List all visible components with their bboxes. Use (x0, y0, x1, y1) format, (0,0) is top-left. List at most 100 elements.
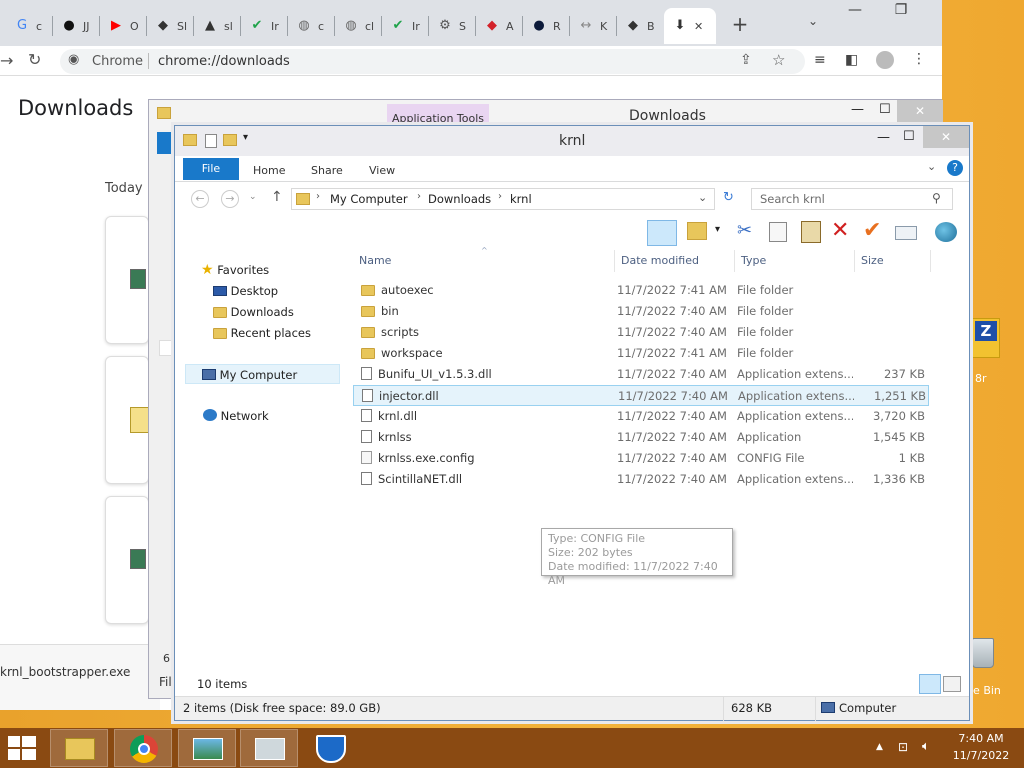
tab-home[interactable]: Home (239, 160, 299, 182)
up-arrow-icon[interactable]: ↑ (271, 189, 283, 205)
taskbar-task-manager[interactable] (240, 729, 298, 767)
download-card[interactable] (105, 496, 149, 624)
taskbar-clock[interactable]: 7:40 AM 11/7/2022 (950, 730, 1012, 764)
taskbar-file-explorer[interactable] (50, 729, 108, 767)
forward-icon[interactable]: → (0, 51, 13, 70)
chrome-tab[interactable]: ◆ A (476, 8, 523, 44)
start-windows-icon[interactable] (8, 736, 36, 760)
minimize-button[interactable]: — (832, 0, 878, 22)
download-card[interactable] (105, 216, 149, 344)
toolbar-dropdown-icon[interactable]: ▾ (715, 224, 720, 235)
tab-label[interactable]: ✕ (694, 20, 703, 33)
chrome-tab[interactable]: ◍ c (288, 8, 335, 44)
tab-view[interactable]: View (355, 160, 409, 182)
file-row[interactable]: Bunifu_UI_v1.5.3.dll 11/7/2022 7:40 AM App… (353, 364, 929, 385)
chrome-tab[interactable]: ● JJ (53, 8, 100, 44)
file-row[interactable]: krnlss.exe.config 11/7/2022 7:40 AM CONFIG… (353, 448, 929, 469)
chrome-tab[interactable]: ✔ Ir (382, 8, 429, 44)
reload-icon[interactable]: ↻ (28, 50, 41, 69)
column-size[interactable]: Size (855, 250, 931, 272)
back-minimize-button[interactable]: — (851, 102, 864, 117)
breadcrumb-my-computer[interactable]: My Computer (330, 192, 408, 206)
desktop-app-icon[interactable]: Z (972, 318, 1000, 358)
nav-desktop[interactable]: Desktop (213, 281, 278, 301)
paste-icon[interactable] (801, 221, 821, 243)
address-bar[interactable]: › My Computer › Downloads › krnl ⌄ (291, 188, 715, 210)
chrome-tab[interactable]: ◍ cl (335, 8, 382, 44)
download-card[interactable] (105, 356, 150, 484)
large-icons-view-icon[interactable] (943, 676, 961, 692)
delete-icon[interactable]: ✕ (831, 218, 849, 243)
properties-icon[interactable] (895, 226, 917, 240)
nav-network[interactable]: Network (203, 406, 269, 426)
file-row[interactable]: krnl.dll 11/7/2022 7:40 AM Application ext… (353, 406, 929, 427)
cut-icon[interactable]: ✂ (737, 220, 752, 241)
new-tab-button[interactable]: + (728, 12, 752, 36)
minimize-button[interactable]: — (877, 130, 890, 145)
volume-icon[interactable]: 🔈︎ (922, 739, 930, 754)
recent-locations-icon[interactable]: ⌄ (249, 192, 257, 202)
chrome-tab[interactable]: ◆ Sl (147, 8, 194, 44)
refresh-icon[interactable]: ↻ (723, 190, 734, 205)
nav-recent-places[interactable]: Recent places (213, 323, 311, 343)
side-panel-icon[interactable]: ◧ (845, 52, 858, 68)
details-view-icon[interactable] (919, 674, 941, 694)
profile-avatar[interactable] (876, 51, 894, 69)
nav-favorites[interactable]: ★ Favorites (201, 260, 269, 280)
globe-icon[interactable] (935, 222, 957, 242)
menu-kebab-icon[interactable]: ⋮ (912, 51, 926, 67)
breadcrumb-krnl[interactable]: krnl (510, 192, 532, 206)
address-dropdown-icon[interactable]: ⌄ (698, 191, 707, 204)
download-shelf-file[interactable]: krnl_bootstrapper.exe (0, 665, 130, 679)
new-folder-icon[interactable] (223, 134, 237, 146)
back-maximize-button[interactable]: ☐ (879, 102, 891, 117)
properties-folder-icon[interactable] (687, 222, 707, 240)
file-row[interactable]: ScintillaNET.dll 11/7/2022 7:40 AM Applica… (353, 469, 929, 490)
omnibox[interactable]: ◉ Chrome chrome://downloads ⇪ ☆ (60, 49, 805, 74)
share-icon[interactable]: ⇪ (740, 52, 752, 68)
maximize-button[interactable]: ❐ (878, 0, 924, 22)
nav-my-computer[interactable]: My Computer (185, 364, 340, 384)
chrome-tab[interactable]: ⚙ S (429, 8, 476, 44)
taskbar-photos[interactable] (178, 729, 236, 767)
preview-pane-icon[interactable] (647, 220, 677, 246)
close-button[interactable]: ✕ (923, 126, 969, 148)
taskbar-defender[interactable] (302, 729, 360, 767)
taskbar-chrome[interactable] (114, 729, 172, 767)
quick-access-dropdown-icon[interactable]: ▾ (243, 132, 248, 143)
file-row[interactable]: injector.dll 11/7/2022 7:40 AM Application… (353, 385, 929, 406)
bookmark-star-icon[interactable]: ☆ (772, 51, 785, 69)
properties-icon[interactable] (205, 134, 217, 148)
back-arrow-icon[interactable]: ← (191, 190, 209, 208)
column-type[interactable]: Type (735, 250, 855, 272)
nav-downloads[interactable]: Downloads (213, 302, 294, 322)
recycle-bin-icon[interactable] (970, 632, 996, 672)
forward-arrow-icon[interactable]: → (221, 190, 239, 208)
search-box[interactable]: Search krnl ⚲ (751, 188, 953, 210)
tab-search-icon[interactable]: ⌄ (808, 14, 828, 34)
maximize-button[interactable]: ☐ (903, 129, 915, 144)
file-row[interactable]: workspace 11/7/2022 7:41 AM File folder (353, 343, 929, 364)
media-icon[interactable]: ≡ (814, 52, 826, 68)
show-hidden-icons-icon[interactable]: ▲ (876, 742, 883, 752)
chrome-tab[interactable]: Gc (6, 8, 53, 44)
column-date-modified[interactable]: Date modified (615, 250, 735, 272)
file-row[interactable]: bin 11/7/2022 7:40 AM File folder (353, 301, 929, 322)
help-icon[interactable]: ? (947, 160, 963, 176)
chrome-tab[interactable]: ↔ K (570, 8, 617, 44)
chrome-tab[interactable]: ▶ O (100, 8, 147, 44)
chrome-tab[interactable]: ✔ Ir (241, 8, 288, 44)
copy-icon[interactable] (769, 222, 787, 242)
tab-share[interactable]: Share (297, 160, 357, 182)
chrome-tab[interactable]: ▲ sl (194, 8, 241, 44)
file-row[interactable]: scripts 11/7/2022 7:40 AM File folder (353, 322, 929, 343)
chrome-tab[interactable]: ● R (523, 8, 570, 44)
chrome-tab[interactable]: ⬇ ✕ (664, 8, 716, 44)
file-row[interactable]: krnlss 11/7/2022 7:40 AM Application 1,545 … (353, 427, 929, 448)
rename-check-icon[interactable]: ✔ (863, 218, 881, 243)
breadcrumb-downloads[interactable]: Downloads (428, 192, 491, 206)
chrome-tab[interactable]: ◆ B (617, 8, 664, 44)
back-close-button[interactable]: ✕ (897, 100, 943, 122)
tab-file[interactable]: File (183, 158, 239, 180)
search-icon[interactable]: ⚲ (932, 191, 941, 205)
